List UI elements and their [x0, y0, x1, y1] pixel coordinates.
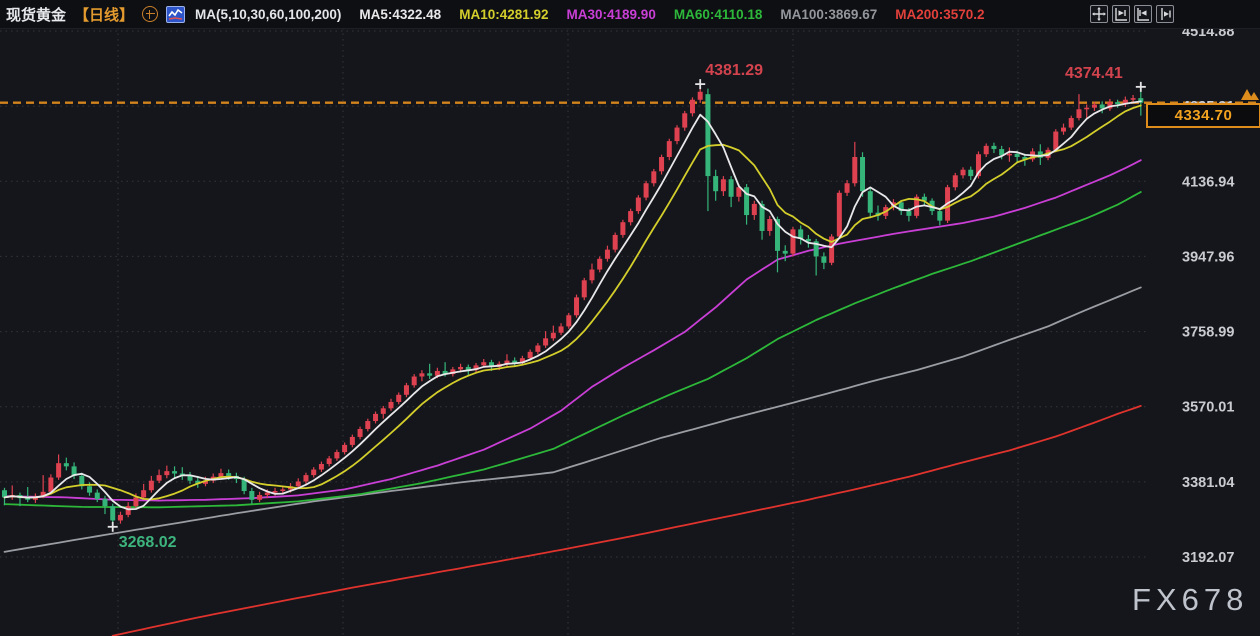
ma30-value: MA30:4189.90 [567, 7, 656, 22]
gold-daily-chart-window: 4381.294374.413268.024514.884325.914136.… [0, 0, 1260, 636]
instrument-name: 现货黄金 [6, 4, 66, 25]
axis-label-3570.01: 3570.01 [1182, 400, 1234, 416]
axis-label-3947.96: 3947.96 [1182, 249, 1234, 265]
scale-right-button[interactable] [1134, 5, 1152, 23]
ma10-value: MA10:4281.92 [459, 7, 548, 22]
fx678-watermark: FX678 [1132, 582, 1248, 618]
instrument-info: 现货黄金 【日线】 MA(5,10,30,60,100,200) MA5:432… [0, 4, 985, 25]
scroll-latest-button[interactable] [1156, 5, 1174, 23]
axis-label-3381.04: 3381.04 [1182, 475, 1234, 491]
timeframe-label[interactable]: 【日线】 [74, 4, 134, 25]
candlestick-chart-canvas[interactable]: 4381.294374.413268.024514.884325.914136.… [0, 0, 1260, 636]
axis-label-3758.99: 3758.99 [1182, 325, 1234, 341]
scroll-latest-icon [1158, 7, 1172, 21]
chart-type-icon[interactable] [166, 6, 185, 23]
ma-line-ma30 [5, 160, 1141, 500]
ma60-value: MA60:4110.18 [674, 7, 763, 22]
annotation-4374.41: 4374.41 [1065, 65, 1123, 82]
ma5-value: MA5:4322.48 [359, 7, 441, 22]
add-indicator-icon[interactable] [142, 6, 158, 22]
axis-label-4136.94: 4136.94 [1182, 174, 1234, 190]
ma100-value: MA100:3869.67 [780, 7, 877, 22]
ma-line-ma200 [113, 406, 1141, 636]
crosshair-move-button[interactable] [1090, 5, 1108, 23]
last-price-value: 4334.70 [1175, 107, 1233, 124]
ma200-value: MA200:3570.2 [895, 7, 984, 22]
crosshair-icon [1092, 7, 1106, 21]
scale-left-button[interactable] [1112, 5, 1130, 23]
chart-header-bar: 现货黄金 【日线】 MA(5,10,30,60,100,200) MA5:432… [0, 0, 1260, 29]
scale-left-icon [1114, 7, 1128, 21]
annotation-3268.02: 3268.02 [119, 534, 177, 551]
ma-line-ma5 [5, 101, 1141, 509]
extreme-markers [108, 79, 1146, 532]
last-price-axis-label: 4334.70 [1146, 103, 1260, 128]
ma-settings-label[interactable]: MA(5,10,30,60,100,200) [195, 7, 341, 22]
chart-toolbar [1090, 5, 1260, 23]
scale-right-icon [1136, 7, 1150, 21]
axis-label-3192.07: 3192.07 [1182, 550, 1234, 566]
price-annotations: 4381.29 4374.41 3268.02 [119, 62, 1123, 551]
annotation-4381.29: 4381.29 [705, 62, 763, 79]
jump-latest-icon[interactable] [1241, 89, 1259, 100]
